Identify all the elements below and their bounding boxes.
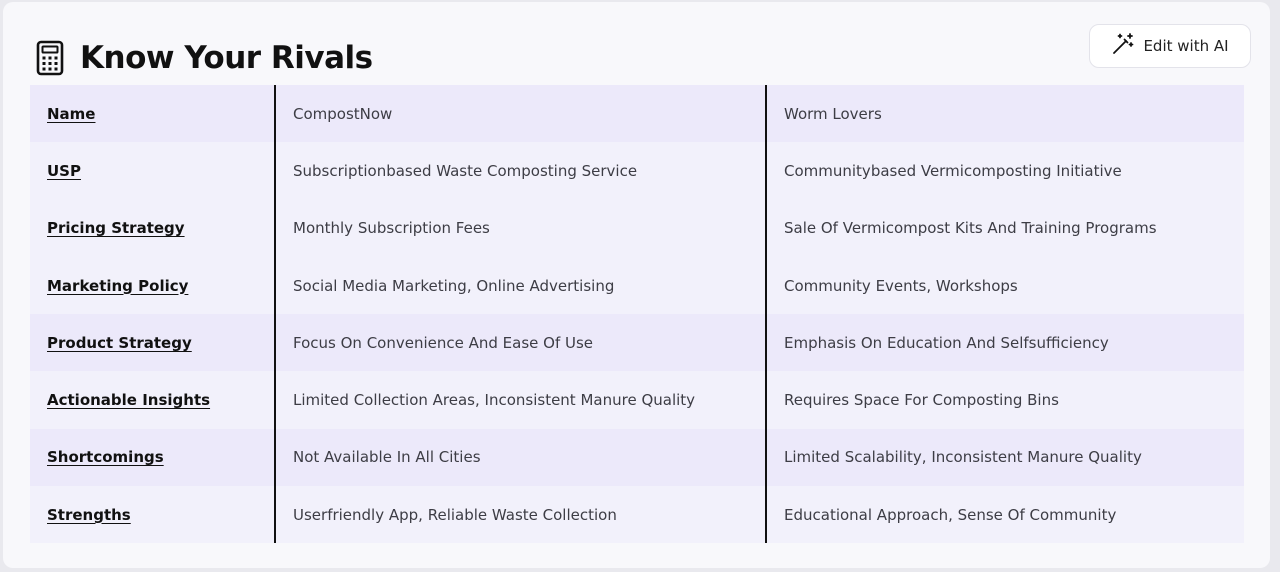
page-title: Know Your Rivals	[80, 40, 373, 76]
row-label-text: Strengths	[47, 505, 131, 524]
row-label: Product Strategy	[30, 314, 276, 372]
table-row: Pricing Strategy Monthly Subscription Fe…	[30, 199, 1244, 257]
competitor-1-cell: Limited Collection Areas, Inconsistent M…	[276, 371, 767, 429]
table-row: Actionable Insights Limited Collection A…	[30, 371, 1244, 429]
competitor-1-cell: Focus On Convenience And Ease Of Use	[276, 314, 767, 372]
competitor-2-cell: Limited Scalability, Inconsistent Manure…	[784, 448, 1142, 467]
row-label-text: USP	[47, 161, 81, 180]
row-label: Pricing Strategy	[30, 199, 276, 257]
table-row: Marketing Policy Social Media Marketing,…	[30, 256, 1244, 315]
row-label-text: Shortcomings	[47, 448, 164, 467]
competitor-1-cell: Social Media Marketing, Online Advertisi…	[276, 256, 767, 315]
row-label: Marketing Policy	[30, 256, 276, 315]
row-label-text: Actionable Insights	[47, 391, 211, 410]
magic-wand-icon	[1111, 32, 1135, 60]
competitor-1-cell: CompostNow	[276, 85, 767, 143]
competitor-2-cell: Requires Space For Composting Bins	[784, 391, 1059, 410]
competitor-2-cell: Communitybased Vermicomposting Initiativ…	[784, 161, 1122, 180]
header: Know Your Rivals	[33, 38, 373, 78]
row-label: Actionable Insights	[30, 371, 276, 429]
row-label: Name	[30, 85, 276, 143]
row-label-text: Product Strategy	[47, 333, 192, 352]
competitor-2-cell: Emphasis On Education And Selfsufficienc…	[784, 333, 1109, 352]
row-label: Shortcomings	[30, 428, 276, 487]
row-label-text: Name	[47, 104, 96, 123]
table-row: USP Subscriptionbased Waste Composting S…	[30, 142, 1244, 200]
row-label-text: Pricing Strategy	[47, 219, 185, 238]
competitor-1-cell: Userfriendly App, Reliable Waste Collect…	[276, 486, 767, 544]
competitor-1-cell: Monthly Subscription Fees	[276, 199, 767, 257]
table-row: Shortcomings Not Available In All Cities…	[30, 428, 1244, 487]
competitor-2-cell: Worm Lovers	[784, 104, 882, 123]
table-row: Strengths Userfriendly App, Reliable Was…	[30, 486, 1244, 544]
competitor-1-cell: Not Available In All Cities	[276, 428, 767, 487]
row-label: Strengths	[30, 486, 276, 544]
competitor-2-cell: Sale Of Vermicompost Kits And Training P…	[784, 219, 1157, 238]
competitor-2-cell: Community Events, Workshops	[784, 276, 1018, 295]
competitor-2-cell: Educational Approach, Sense Of Community	[784, 505, 1117, 524]
edit-button-label: Edit with AI	[1143, 37, 1229, 55]
edit-with-ai-button[interactable]: Edit with AI	[1089, 24, 1251, 68]
calculator-icon	[33, 38, 67, 78]
table-row: Product Strategy Focus On Convenience An…	[30, 314, 1244, 372]
table-row: Name CompostNow Worm Lovers	[30, 85, 1244, 143]
competitor-1-cell: Subscriptionbased Waste Composting Servi…	[276, 142, 767, 200]
row-label: USP	[30, 142, 276, 200]
rivals-table: Name CompostNow Worm Lovers USP Subscrip…	[30, 85, 1244, 544]
row-label-text: Marketing Policy	[47, 276, 189, 295]
